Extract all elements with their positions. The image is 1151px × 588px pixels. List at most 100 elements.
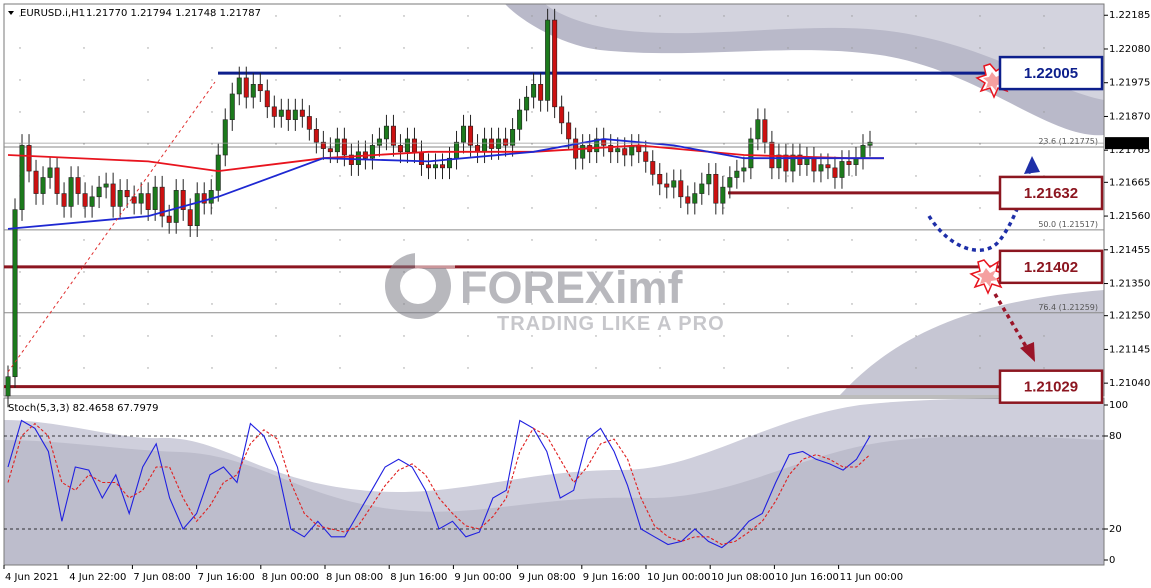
grid-dot xyxy=(915,207,917,209)
grid-dot xyxy=(467,239,469,241)
grid-dot xyxy=(659,335,661,337)
grid-dot xyxy=(595,111,597,113)
grid-dot xyxy=(211,47,213,49)
candle-body xyxy=(580,145,586,159)
grid-dot xyxy=(851,239,853,241)
candle-body xyxy=(832,167,838,178)
grid-dot xyxy=(275,15,277,17)
time-tick-label: 7 Jun 16:00 xyxy=(198,572,255,583)
grid-dot xyxy=(1043,335,1045,337)
grid-dot xyxy=(851,271,853,273)
candle-body xyxy=(278,109,284,117)
candle-body xyxy=(390,125,396,146)
grid-dot xyxy=(211,239,213,241)
grid-dot xyxy=(851,367,853,369)
price-tick-label: 1.21665 xyxy=(1109,177,1150,188)
candle-body xyxy=(559,106,565,124)
candle-body xyxy=(208,190,214,204)
candle-body xyxy=(222,119,228,156)
candle-body xyxy=(517,109,523,130)
candle-body xyxy=(334,138,340,153)
grid-dot xyxy=(83,47,85,49)
grid-dot xyxy=(211,367,213,369)
grid-dot xyxy=(19,79,21,81)
candle-body xyxy=(397,145,403,153)
grid-dot xyxy=(275,271,277,273)
candle-body xyxy=(355,151,361,165)
time-tick-label: 10 Jun 00:00 xyxy=(647,572,711,583)
grid-dot xyxy=(531,111,533,113)
grid-dot xyxy=(979,303,981,305)
price-tick-label: 1.21975 xyxy=(1109,78,1150,89)
grid-dot xyxy=(467,47,469,49)
fibonacci-label: 76.4 (1.21259) xyxy=(1038,303,1098,312)
grid-dot xyxy=(787,207,789,209)
candle-body xyxy=(664,183,670,188)
level-value: 1.21029 xyxy=(1024,379,1078,396)
candle-body xyxy=(804,157,810,165)
candle-body xyxy=(552,19,558,108)
candle-body xyxy=(622,148,628,156)
candle-body xyxy=(461,125,467,143)
grid-dot xyxy=(915,239,917,241)
grid-dot xyxy=(531,47,533,49)
candle-body xyxy=(271,106,277,117)
watermark-tagline: TRADING LIKE A PRO xyxy=(497,313,725,335)
grid-dot xyxy=(403,239,405,241)
candle-body xyxy=(531,84,537,98)
grid-dot xyxy=(403,15,405,17)
price-tick-label: 1.21560 xyxy=(1109,211,1150,222)
grid-dot xyxy=(851,111,853,113)
candle-body xyxy=(566,122,572,140)
trading-chart[interactable]: FOREXimf TRADING LIKE A PRO 1.22005 1.216… xyxy=(0,0,1151,588)
grid-dot xyxy=(211,303,213,305)
candle-body xyxy=(383,125,389,140)
candle-body xyxy=(734,170,740,178)
candle-body xyxy=(818,164,824,172)
grid-dot xyxy=(83,335,85,337)
grid-dot xyxy=(723,207,725,209)
grid-dot xyxy=(851,207,853,209)
candle-body xyxy=(440,164,446,169)
grid-dot xyxy=(595,207,597,209)
grid-dot xyxy=(83,207,85,209)
grid-dot xyxy=(275,335,277,337)
grid-dot xyxy=(915,367,917,369)
grid-dot xyxy=(339,15,341,17)
grid-dot xyxy=(659,367,661,369)
grid-dot xyxy=(1043,239,1045,241)
grid-dot xyxy=(531,15,533,17)
chart-header: EURUSD.i,H1 1.21770 1.21794 1.21748 1.21… xyxy=(8,8,261,19)
candle-body xyxy=(299,109,305,117)
candle-body xyxy=(369,145,375,159)
grid-dot xyxy=(659,15,661,17)
time-tick-label: 8 Jun 16:00 xyxy=(390,572,447,583)
grid-dot xyxy=(83,367,85,369)
grid-dot xyxy=(979,175,981,177)
fibonacci-label: 23.6 (1.21775) xyxy=(1038,137,1098,146)
candle-body xyxy=(5,376,11,397)
grid-dot xyxy=(915,335,917,337)
symbol-label: EURUSD.i,H1 xyxy=(20,8,85,19)
grid-dot xyxy=(83,79,85,81)
candle-body xyxy=(376,138,382,146)
grid-dot xyxy=(147,79,149,81)
grid-dot xyxy=(147,47,149,49)
grid-dot xyxy=(1043,47,1045,49)
candle-body xyxy=(12,209,18,378)
grid-dot xyxy=(1043,111,1045,113)
price-tick-label: 1.21870 xyxy=(1109,111,1150,122)
candle-body xyxy=(138,193,144,204)
time-tick-label: 4 Jun 2021 xyxy=(5,572,59,583)
current-price-tag: 1.21787 xyxy=(1105,137,1149,150)
grid-dot xyxy=(979,111,981,113)
grid-dot xyxy=(467,79,469,81)
grid-dot xyxy=(531,79,533,81)
grid-dot xyxy=(339,79,341,81)
candle-body xyxy=(727,177,733,188)
grid-dot xyxy=(403,207,405,209)
grid-dot xyxy=(723,271,725,273)
candle-body xyxy=(117,190,123,207)
grid-dot xyxy=(787,303,789,305)
candle-body xyxy=(454,141,460,159)
